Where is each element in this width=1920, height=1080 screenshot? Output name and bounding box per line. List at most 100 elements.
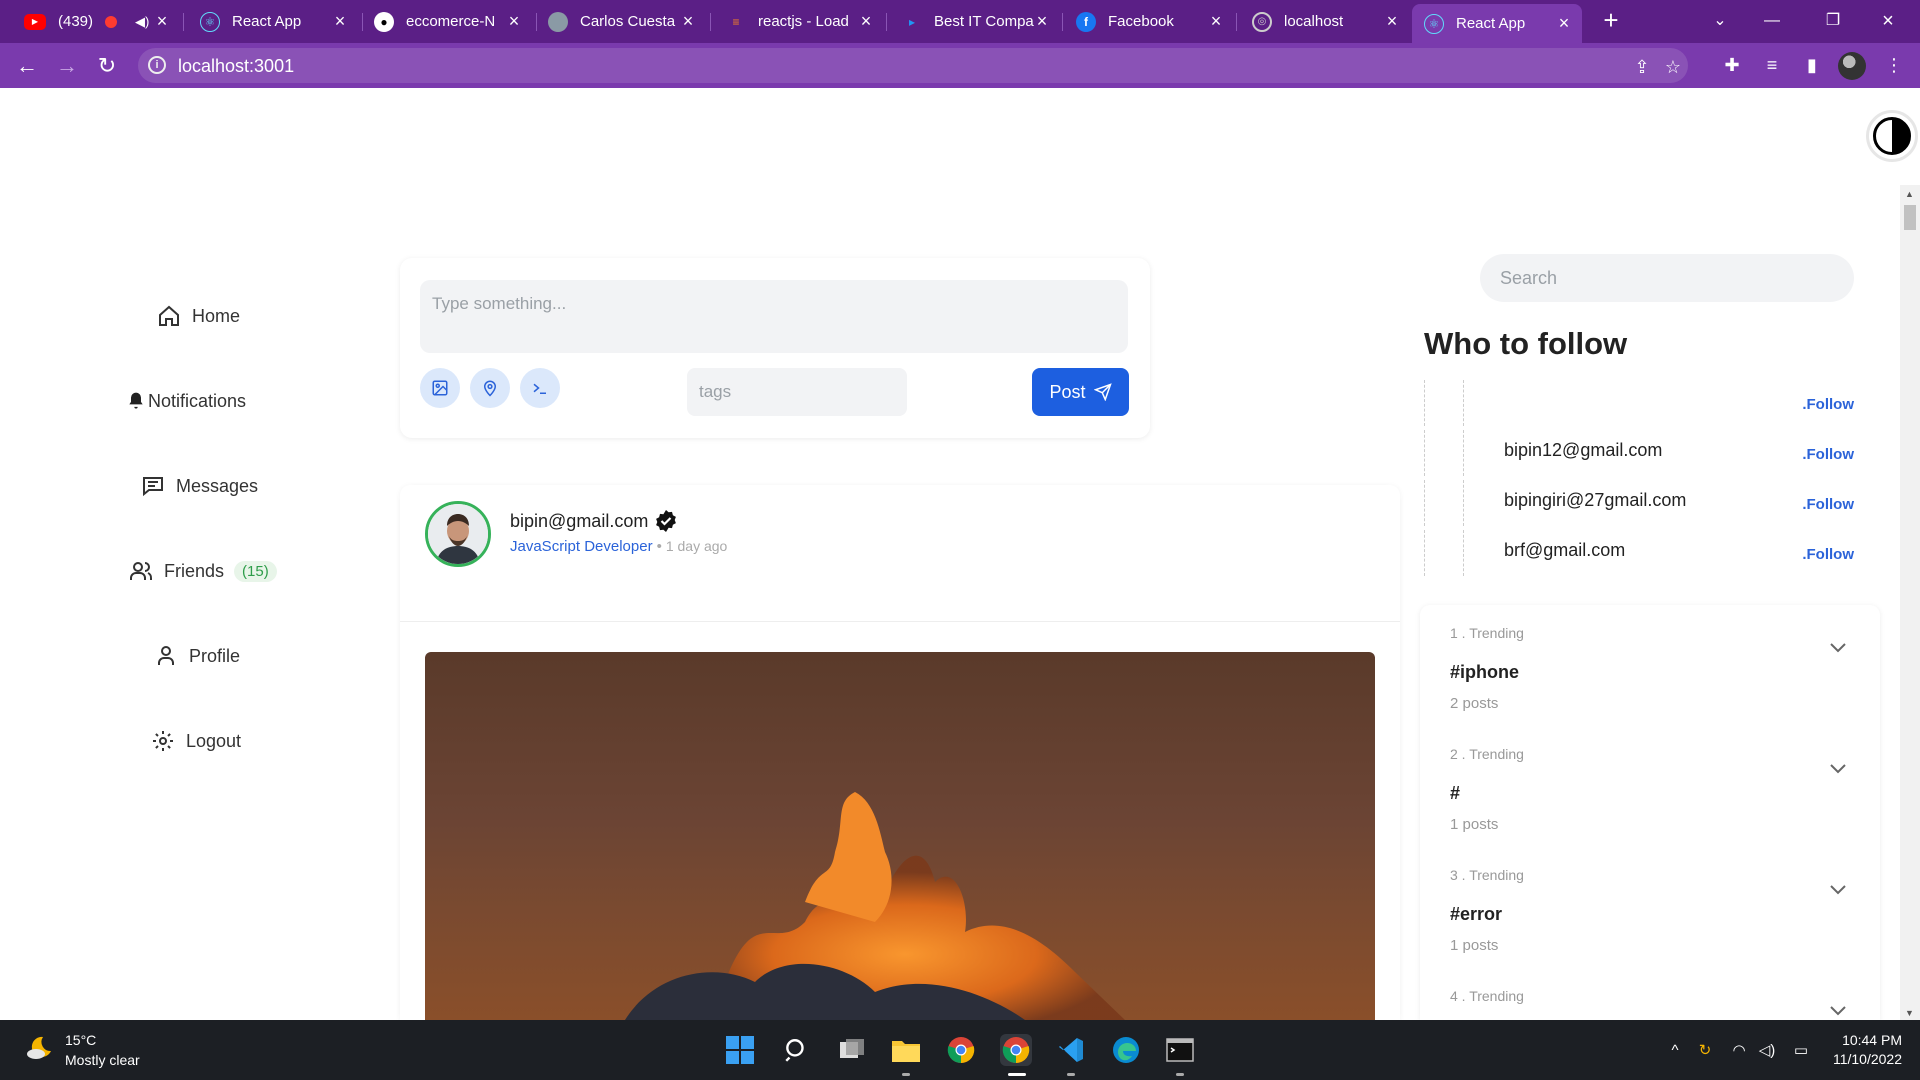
follow-button[interactable]: .Follow: [1802, 396, 1854, 413]
nav-friends[interactable]: Friends (15): [128, 558, 277, 584]
weather-condition[interactable]: Mostly clear: [65, 1052, 140, 1068]
trending-tag[interactable]: #iphone: [1450, 662, 1519, 683]
tab-best-it[interactable]: ▸ Best IT Compa ×: [890, 6, 1060, 37]
trending-item[interactable]: 2 . Trending # 1 posts: [1450, 746, 1850, 866]
add-location-button[interactable]: [470, 368, 510, 408]
tags-input[interactable]: [687, 368, 907, 416]
tab-github[interactable]: ● eccomerce-N ×: [362, 6, 532, 37]
chevron-down-icon[interactable]: [1826, 635, 1850, 659]
close-tab-icon[interactable]: ×: [1032, 11, 1052, 31]
nav-logout[interactable]: Logout: [150, 728, 241, 754]
tab-react-app-1[interactable]: ⚛ React App ×: [188, 6, 358, 37]
verified-badge-icon: [656, 510, 677, 532]
trending-item[interactable]: 4 . Trending: [1450, 988, 1850, 1020]
chevron-down-icon[interactable]: [1826, 998, 1850, 1020]
add-image-button[interactable]: [420, 368, 460, 408]
close-tab-icon[interactable]: ×: [152, 11, 172, 31]
side-panel-icon[interactable]: ▮: [1800, 53, 1824, 77]
suggestion-email[interactable]: bipin12@gmail.com: [1504, 440, 1662, 461]
tab-search-icon[interactable]: ⌄: [1700, 6, 1740, 36]
profile-avatar[interactable]: [1838, 52, 1866, 80]
bookmark-star-icon[interactable]: ☆: [1662, 56, 1684, 78]
close-window-button[interactable]: ×: [1868, 6, 1908, 36]
chevron-down-icon[interactable]: [1826, 756, 1850, 780]
suggestion-avatar[interactable]: [1424, 430, 1464, 476]
suggestion-email[interactable]: brf@gmail.com: [1504, 540, 1625, 561]
minimize-button[interactable]: —: [1752, 6, 1792, 36]
edge-icon[interactable]: [1110, 1034, 1142, 1066]
scrollbar-thumb[interactable]: [1904, 205, 1916, 230]
tab-localhost[interactable]: ◎ localhost ×: [1240, 6, 1410, 37]
wifi-icon[interactable]: ◠: [1728, 1040, 1750, 1062]
suggestion-avatar[interactable]: [1424, 530, 1464, 576]
file-explorer-icon[interactable]: [890, 1034, 922, 1066]
volume-icon[interactable]: ◁): [1756, 1040, 1778, 1062]
close-tab-icon[interactable]: ×: [1382, 11, 1402, 31]
maximize-button[interactable]: ❐: [1813, 6, 1853, 36]
nav-messages[interactable]: Messages: [140, 473, 258, 499]
chevron-down-icon[interactable]: [1826, 877, 1850, 901]
post-author[interactable]: bipin@gmail.com: [510, 509, 678, 533]
search-icon[interactable]: [780, 1034, 812, 1066]
clock-time: 10:44 PM: [1842, 1032, 1902, 1048]
close-tab-icon[interactable]: ×: [1206, 11, 1226, 31]
address-bar[interactable]: i localhost:3001 ⇪ ☆: [138, 48, 1688, 83]
follow-button[interactable]: .Follow: [1802, 546, 1854, 563]
media-control-icon[interactable]: ≡: [1760, 53, 1784, 77]
add-code-button[interactable]: [520, 368, 560, 408]
close-tab-icon[interactable]: ×: [678, 11, 698, 31]
share-icon[interactable]: ⇪: [1631, 56, 1653, 78]
trending-item[interactable]: 3 . Trending #error 1 posts: [1450, 867, 1850, 987]
search-input[interactable]: [1480, 254, 1854, 302]
windows-start-icon[interactable]: [724, 1034, 756, 1066]
tab-facebook[interactable]: f Facebook ×: [1064, 6, 1234, 37]
task-view-icon[interactable]: [836, 1034, 868, 1066]
page-scrollbar[interactable]: ▲ ▼: [1900, 185, 1920, 1020]
site-info-icon[interactable]: i: [148, 56, 166, 74]
trending-item[interactable]: 1 . Trending #iphone 2 posts: [1450, 625, 1850, 745]
author-avatar[interactable]: [425, 501, 491, 567]
tab-youtube[interactable]: ▶ (439) ◀) ×: [12, 6, 180, 37]
extensions-icon[interactable]: ✚: [1720, 53, 1744, 77]
post-button-label: Post: [1049, 381, 1086, 402]
trending-tag[interactable]: #: [1450, 783, 1460, 804]
back-button[interactable]: ←: [12, 51, 42, 81]
moon-cloud-icon[interactable]: [25, 1033, 55, 1063]
reload-button[interactable]: ↻: [92, 51, 122, 81]
close-tab-icon[interactable]: ×: [504, 11, 524, 31]
chrome-profile-icon[interactable]: [1000, 1034, 1032, 1066]
nav-notifications[interactable]: Notifications: [126, 388, 246, 414]
close-tab-icon[interactable]: ×: [330, 11, 350, 31]
forward-button[interactable]: →: [52, 51, 82, 81]
follow-button[interactable]: .Follow: [1802, 446, 1854, 463]
show-hidden-icons[interactable]: ^: [1664, 1040, 1686, 1062]
suggestion-avatar[interactable]: [1424, 480, 1464, 526]
speaker-icon[interactable]: ◀): [135, 14, 149, 30]
close-tab-icon[interactable]: ×: [1554, 13, 1574, 33]
close-tab-icon[interactable]: ×: [856, 11, 876, 31]
vscode-icon[interactable]: [1055, 1034, 1087, 1066]
scroll-up-icon[interactable]: ▲: [1905, 189, 1914, 199]
new-tab-button[interactable]: +: [1598, 7, 1624, 34]
suggestion-email[interactable]: bipingiri@27gmail.com: [1504, 490, 1686, 511]
tab-carlos-cuesta[interactable]: Carlos Cuesta ×: [536, 6, 706, 37]
follow-button[interactable]: .Follow: [1802, 496, 1854, 513]
system-clock[interactable]: 10:44 PM 11/10/2022: [1830, 1032, 1902, 1067]
terminal-app-icon[interactable]: [1164, 1034, 1196, 1066]
post-text-input[interactable]: [420, 280, 1128, 353]
tab-react-app-active[interactable]: ⚛ React App ×: [1412, 4, 1582, 43]
sync-icon[interactable]: ↻: [1694, 1040, 1716, 1062]
nav-home[interactable]: Home: [156, 303, 240, 329]
post-image[interactable]: [425, 652, 1375, 1020]
menu-icon[interactable]: ⋮: [1882, 53, 1906, 77]
weather-temperature[interactable]: 15°C: [65, 1032, 96, 1048]
chrome-icon[interactable]: [945, 1034, 977, 1066]
suggestion-avatar[interactable]: [1424, 380, 1464, 426]
battery-icon[interactable]: ▭: [1790, 1040, 1812, 1062]
theme-toggle-button[interactable]: [1866, 110, 1918, 162]
scroll-down-icon[interactable]: ▼: [1905, 1008, 1914, 1018]
post-button[interactable]: Post: [1032, 368, 1129, 416]
tab-stackoverflow[interactable]: ≡ reactjs - Load ×: [714, 6, 884, 37]
nav-profile[interactable]: Profile: [153, 643, 240, 669]
trending-tag[interactable]: #error: [1450, 904, 1502, 925]
